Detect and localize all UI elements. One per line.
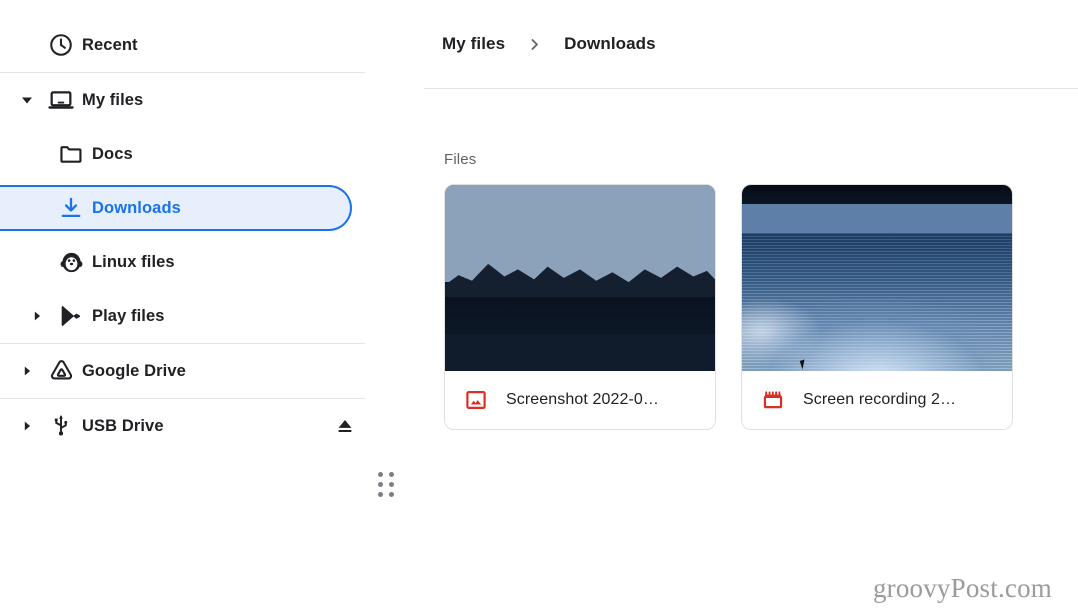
folder-icon [50,141,92,167]
penguin-icon [50,249,92,276]
image-file-icon [465,389,487,411]
file-card-screen-recording[interactable]: Screen recording 2… [741,184,1013,430]
handle-dot [389,492,394,497]
handle-dot [389,472,394,477]
sidebar-item-label: Recent [82,36,138,55]
sidebar-item-label: Play files [92,307,165,326]
download-icon [50,195,92,221]
sidebar-item-usb-drive[interactable]: USB Drive [0,399,396,453]
file-card-footer: Screen recording 2… [742,371,1012,429]
file-thumbnail-water [742,185,1012,371]
breadcrumb-item-my-files[interactable]: My files [442,34,505,54]
eject-icon[interactable] [328,415,362,437]
main-content: My files Downloads Files [396,0,1078,616]
thumbnail-water-surface [742,233,1012,371]
files-section-heading: Files [396,89,1078,168]
thumbnail-shadow-band [445,297,715,334]
thumbnail-horizon [742,204,1012,237]
breadcrumb: My files Downloads [396,0,1078,88]
sidebar-section-google-drive: Google Drive [0,344,396,398]
file-card-footer: Screenshot 2022-0… [445,371,715,429]
file-grid: Screenshot 2022-0… [396,168,1078,430]
laptop-icon [40,86,82,114]
sidebar-resize-handle[interactable] [375,470,397,500]
file-thumbnail-mountains [445,185,715,371]
chevron-right-icon[interactable] [14,364,40,378]
sidebar-item-label: Docs [92,145,133,164]
thumbnail-lake [445,330,715,371]
handle-dot [389,482,394,487]
google-drive-icon [40,358,82,385]
file-name-label: Screenshot 2022-0… [506,391,659,409]
usb-icon [40,413,82,439]
video-file-icon [762,389,784,411]
sidebar-item-play-files[interactable]: Play files [0,289,396,343]
sidebar-item-label: Linux files [92,253,175,272]
sidebar-section-my-files: My files Docs Download [0,73,396,343]
sidebar-item-label: Downloads [92,199,181,218]
chevron-right-icon[interactable] [24,309,50,323]
sidebar-item-linux-files[interactable]: Linux files [0,235,396,289]
clock-icon [40,32,82,58]
sidebar-item-label: USB Drive [82,417,164,436]
sidebar-item-label: Google Drive [82,362,186,381]
handle-dot [378,472,383,477]
sidebar-item-downloads[interactable]: Downloads [0,185,352,231]
chevron-right-icon[interactable] [14,419,40,433]
handle-dot [378,492,383,497]
sidebar-item-my-files[interactable]: My files [0,73,396,127]
sidebar-section-recent: Recent [0,18,396,72]
sidebar-item-recent[interactable]: Recent [0,18,396,72]
chevron-right-icon [527,37,542,52]
google-play-icon [50,303,92,329]
handle-dot [378,482,383,487]
watermark: groovyPost.com [873,573,1052,604]
files-app-window: Recent My files [0,0,1078,616]
sidebar-item-google-drive[interactable]: Google Drive [0,344,396,398]
sidebar-item-label: My files [82,91,143,110]
sidebar-section-usb: USB Drive [0,399,396,453]
breadcrumb-item-downloads[interactable]: Downloads [564,34,656,54]
sidebar-item-docs[interactable]: Docs [0,127,396,181]
file-name-label: Screen recording 2… [803,391,956,409]
sidebar: Recent My files [0,0,396,616]
file-card-screenshot[interactable]: Screenshot 2022-0… [444,184,716,430]
chevron-down-icon[interactable] [14,92,40,108]
